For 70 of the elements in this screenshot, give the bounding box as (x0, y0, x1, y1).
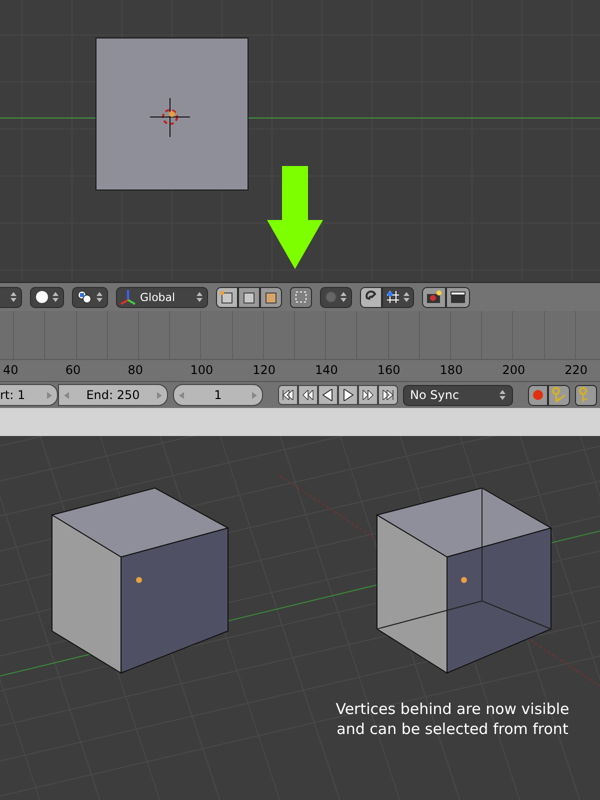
select-mode-button[interactable] (216, 286, 238, 308)
play-reverse-button[interactable] (318, 385, 338, 405)
play-left-icon (322, 389, 334, 401)
limit-to-visible-button[interactable] (290, 286, 312, 308)
updown-icon (499, 389, 506, 401)
frame-number: 220 (564, 363, 588, 377)
keying-set-button[interactable] (575, 384, 597, 406)
updown-icon (96, 291, 103, 303)
frame-number: 60 (65, 363, 81, 377)
right-arrow-icon (252, 392, 257, 398)
sphere-icon (35, 290, 49, 304)
grid-snap-icon (386, 290, 400, 304)
play-button[interactable] (338, 385, 358, 405)
snap-dropdown[interactable] (382, 286, 414, 308)
cube-icon (242, 290, 256, 304)
frame-number: 40 (3, 363, 18, 377)
axes-icon (119, 288, 137, 306)
cube-icon (264, 290, 278, 304)
end-frame-field[interactable]: End: 250 (58, 384, 168, 406)
frame-number: 140 (315, 363, 338, 377)
orientation-dropdown[interactable]: Global (116, 286, 208, 308)
render-button[interactable] (422, 286, 446, 308)
current-frame-field[interactable]: 1 (173, 384, 263, 406)
skip-back-icon (282, 390, 294, 400)
pivot-icon (77, 290, 93, 304)
caption-text: Vertices behind are now visible and can be selected from front (334, 699, 570, 739)
left-arrow-icon (64, 392, 69, 398)
dropdown[interactable] (0, 286, 22, 308)
skip-forward-icon (382, 390, 394, 400)
3d-cursor-icon (150, 98, 190, 138)
frame-number: 180 (440, 363, 463, 377)
updown-icon (10, 291, 17, 303)
camera-icon (426, 290, 442, 304)
snap-button[interactable] (360, 286, 382, 308)
frame-number: 160 (377, 363, 400, 377)
frame-number: 100 (190, 363, 214, 377)
jump-start-button[interactable] (278, 385, 298, 405)
key-icon (552, 387, 566, 403)
select-mode-button[interactable] (260, 286, 282, 308)
sync-dropdown[interactable]: No Sync (403, 384, 513, 406)
circle-icon (325, 291, 337, 303)
next-keyframe-button[interactable] (358, 385, 378, 405)
down-arrow-icon (267, 166, 323, 269)
frame-number: 200 (502, 363, 526, 377)
fast-forward-icon (362, 390, 374, 400)
play-icon (342, 389, 354, 401)
clapperboard-icon (450, 290, 466, 304)
jump-end-button[interactable] (378, 385, 398, 405)
right-arrow-icon (47, 392, 52, 398)
frame-number: 120 (252, 363, 276, 377)
shading-dropdown[interactable] (30, 286, 64, 308)
render-animation-button[interactable] (446, 286, 470, 308)
start-frame-field[interactable]: rt: 1 (0, 384, 58, 406)
updown-icon (52, 291, 59, 303)
pivot-dropdown[interactable] (72, 286, 108, 308)
updown-icon (196, 291, 203, 303)
right-arrow-icon (156, 392, 162, 398)
keying-button[interactable] (548, 384, 570, 406)
proportional-dropdown[interactable] (320, 286, 352, 308)
cube-icon (220, 290, 234, 304)
record-icon (532, 389, 544, 401)
dotted-square-icon (294, 290, 308, 304)
rewind-icon (302, 390, 314, 400)
left-arrow-icon (179, 392, 184, 398)
updown-icon (403, 291, 410, 303)
previous-keyframe-button[interactable] (298, 385, 318, 405)
select-mode-button[interactable] (238, 286, 260, 308)
record-button[interactable] (528, 384, 548, 406)
frame-number: 80 (128, 363, 144, 377)
updown-icon (340, 291, 347, 303)
